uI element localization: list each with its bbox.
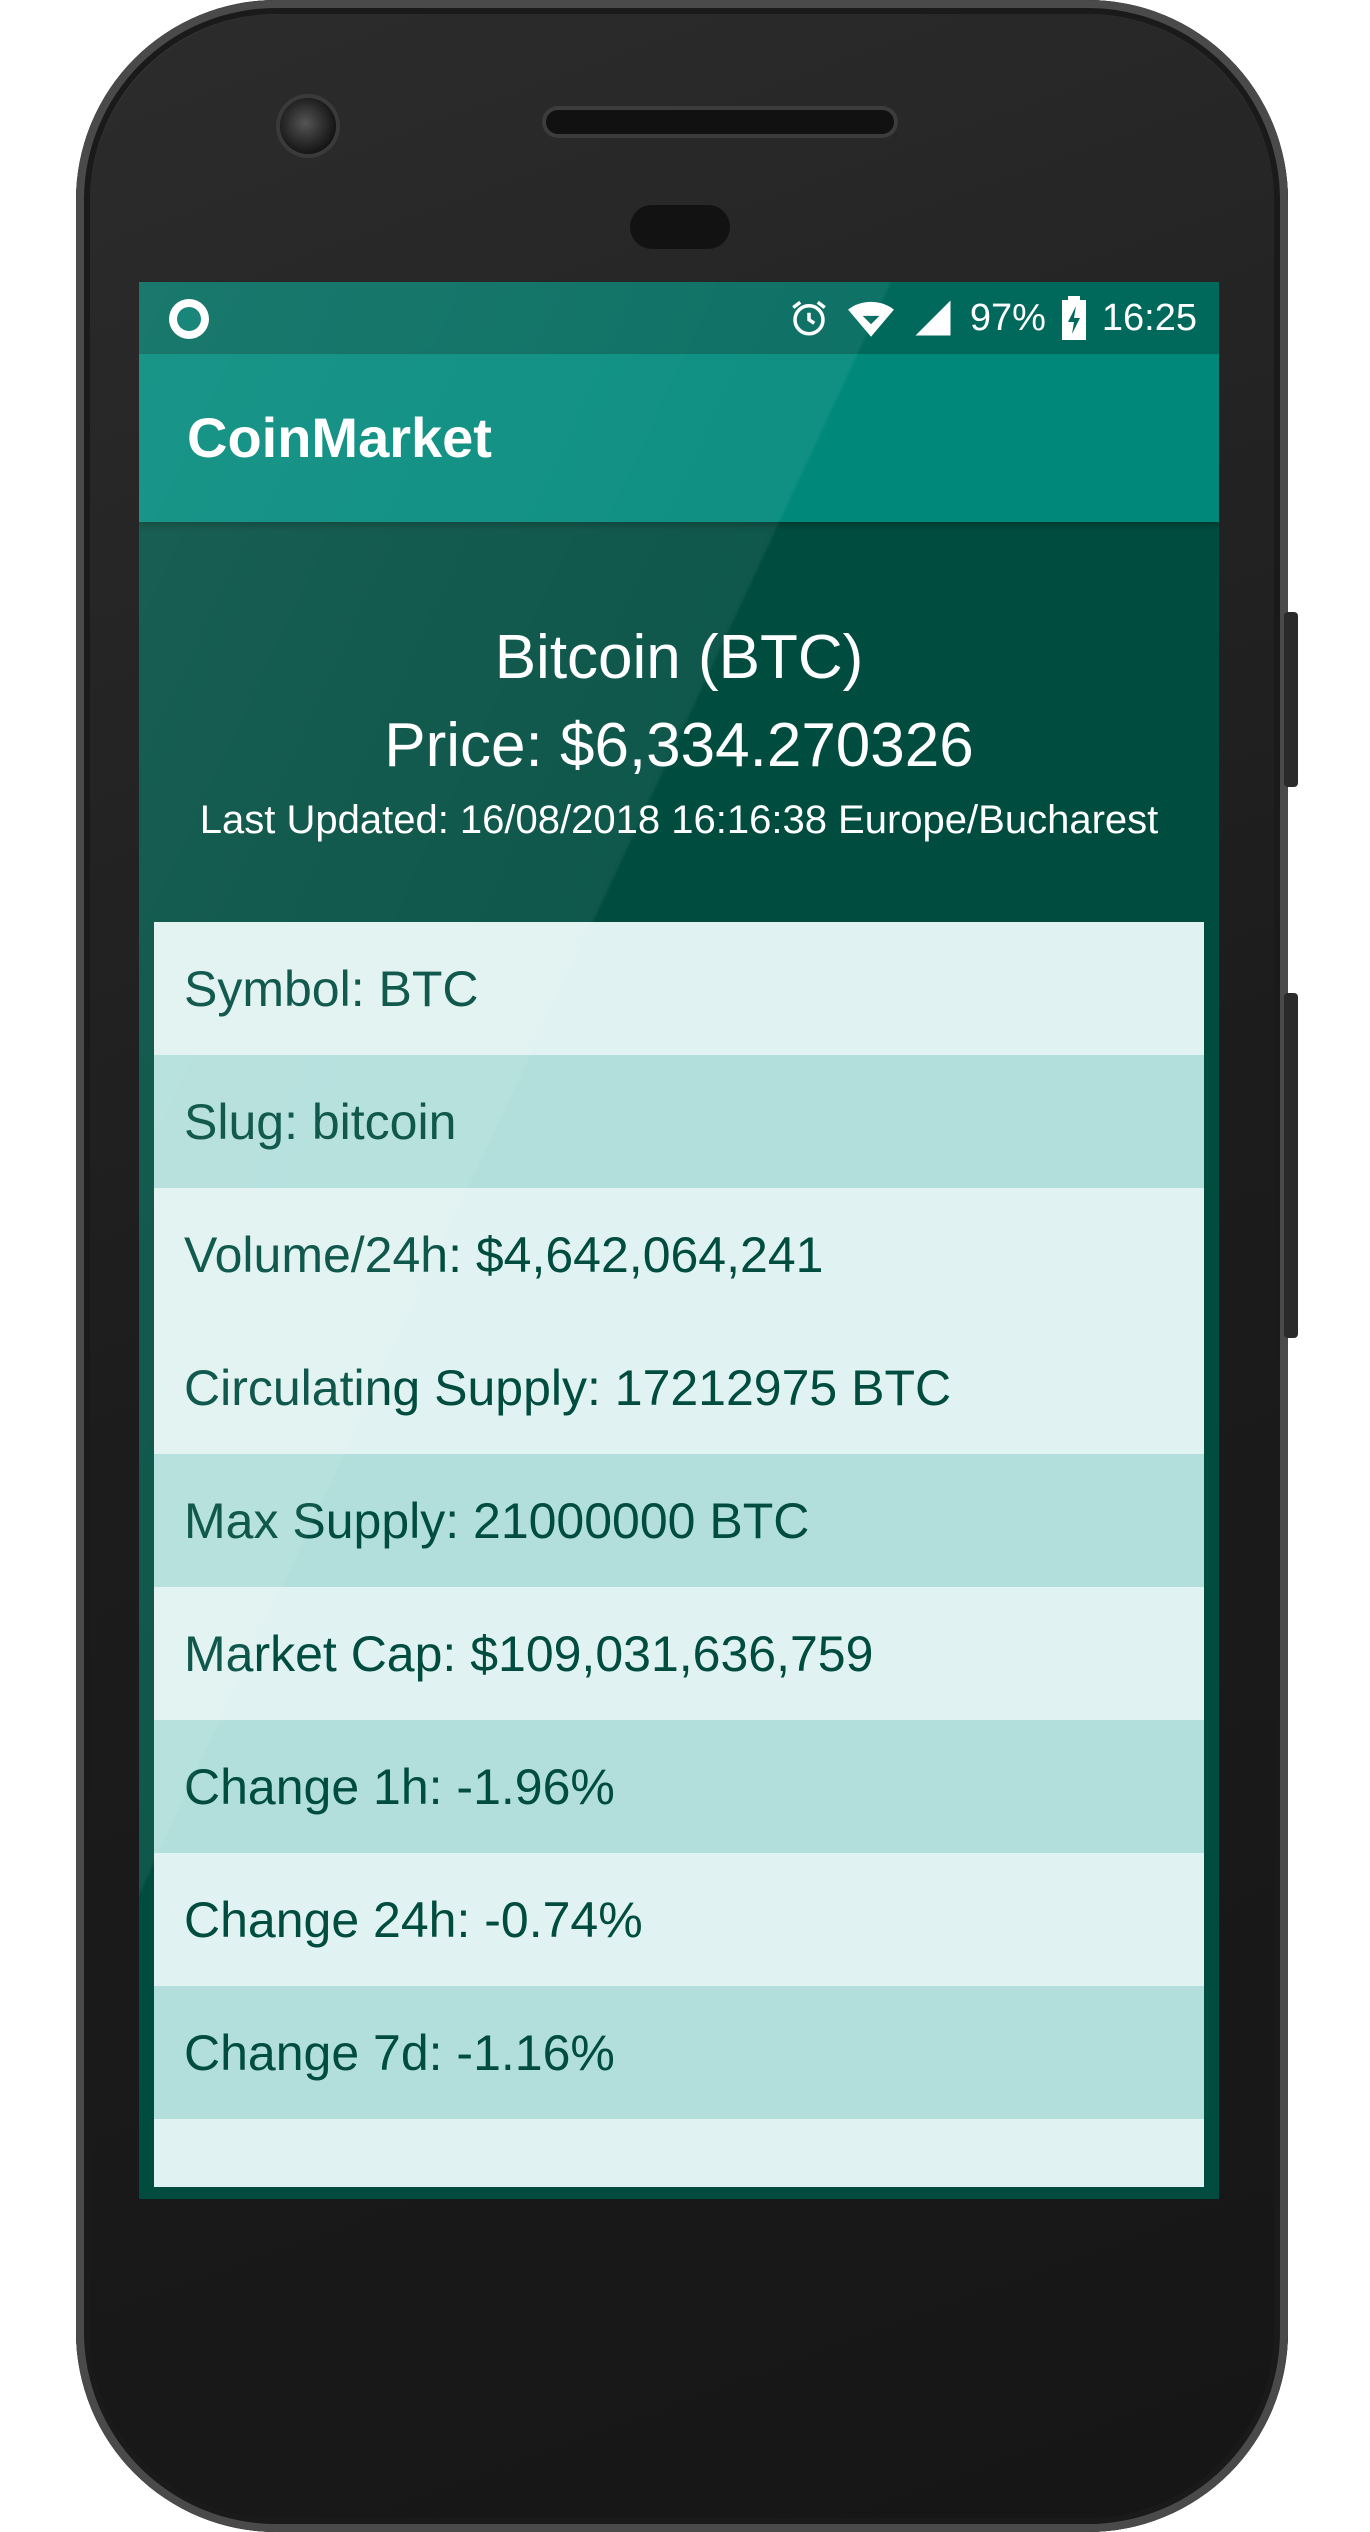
status-bar: 97% 16:25 bbox=[139, 282, 1219, 354]
battery-percent: 97% bbox=[969, 296, 1046, 339]
phone-screen: 97% 16:25 CoinMarket Bitcoin (BTC) Price… bbox=[139, 282, 1219, 2199]
cell-signal-icon bbox=[912, 297, 954, 339]
detail-row-slug: Slug: bitcoin bbox=[154, 1055, 1204, 1188]
battery-charging-icon bbox=[1061, 296, 1086, 340]
volume-button bbox=[1284, 993, 1298, 1338]
power-button bbox=[1284, 612, 1298, 787]
detail-row-max-supply: Max Supply: 21000000 BTC bbox=[154, 1454, 1204, 1587]
detail-row-empty bbox=[154, 2119, 1204, 2187]
coin-name: Bitcoin (BTC) bbox=[494, 623, 864, 692]
detail-row-change-1h: Change 1h: -1.96% bbox=[154, 1720, 1204, 1853]
proximity-sensor bbox=[630, 205, 730, 249]
detail-row-change-24h: Change 24h: -0.74% bbox=[154, 1853, 1204, 1986]
front-camera bbox=[280, 98, 336, 154]
detail-row-change-7d: Change 7d: -1.16% bbox=[154, 1986, 1204, 2119]
wifi-icon bbox=[846, 297, 896, 339]
detail-row-market-cap: Market Cap: $109,031,636,759 bbox=[154, 1587, 1204, 1720]
last-updated: Last Updated: 16/08/2018 16:16:38 Europe… bbox=[199, 798, 1159, 842]
app-title: CoinMarket bbox=[187, 406, 492, 469]
detail-row-circulating-supply: Circulating Supply: 17212975 BTC bbox=[154, 1321, 1204, 1454]
app-bar: CoinMarket bbox=[139, 354, 1219, 522]
detail-row-symbol: Symbol: BTC bbox=[154, 922, 1204, 1055]
status-indicators: 97% 16:25 bbox=[788, 282, 1197, 354]
alarm-icon bbox=[788, 297, 830, 339]
coin-header: Bitcoin (BTC) Price: $6,334.270326 Last … bbox=[139, 522, 1219, 916]
details-list[interactable]: Symbol: BTC Slug: bitcoin Volume/24h: $4… bbox=[154, 922, 1204, 2187]
clock: 16:25 bbox=[1101, 296, 1197, 339]
notification-dot-icon bbox=[169, 299, 209, 339]
coin-price: Price: $6,334.270326 bbox=[384, 711, 974, 780]
earpiece-speaker bbox=[546, 110, 894, 134]
detail-row-volume: Volume/24h: $4,642,064,241 bbox=[154, 1188, 1204, 1321]
